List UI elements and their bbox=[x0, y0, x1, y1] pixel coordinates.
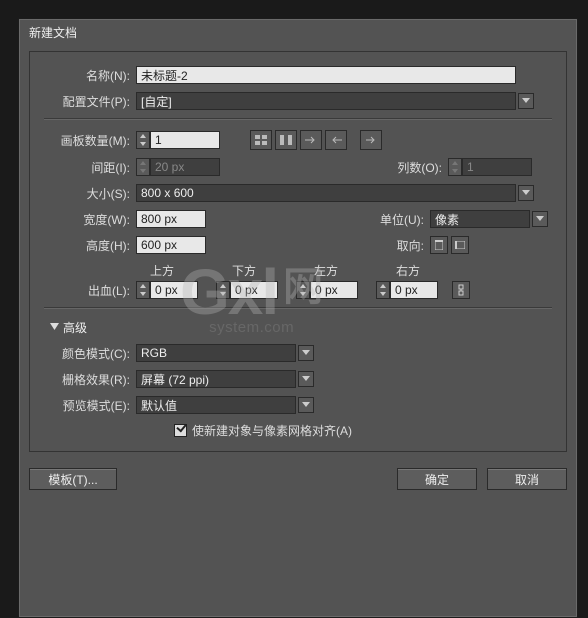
spacing-input bbox=[150, 158, 220, 176]
dialog-footer: 模板(T)... 确定 取消 bbox=[19, 462, 577, 508]
size-label: 大小(S): bbox=[44, 185, 136, 202]
artboard-count-label: 画板数量(M): bbox=[44, 132, 136, 149]
size-value: 800 x 600 bbox=[141, 186, 511, 200]
profile-dropdown-arrow[interactable] bbox=[518, 93, 534, 109]
width-input[interactable] bbox=[136, 210, 206, 228]
arrange-grid-col-icon[interactable] bbox=[275, 130, 297, 150]
height-label: 高度(H): bbox=[44, 237, 136, 254]
size-dropdown-arrow[interactable] bbox=[518, 185, 534, 201]
bleed-bottom-label: 下方 bbox=[232, 262, 294, 279]
bleed-label: 出血(L): bbox=[44, 282, 136, 299]
colormode-select[interactable]: RGB bbox=[136, 344, 296, 362]
orientation-label: 取向: bbox=[388, 237, 430, 254]
bleed-left-label: 左方 bbox=[314, 262, 376, 279]
profile-label: 配置文件(P): bbox=[44, 93, 136, 110]
bleed-left-stepper[interactable] bbox=[296, 281, 310, 299]
colormode-value: RGB bbox=[141, 346, 291, 360]
new-document-dialog: 新建文档 名称(N): 配置文件(P): [自定] 画板数量(M): bbox=[18, 18, 578, 618]
size-select[interactable]: 800 x 600 bbox=[136, 184, 516, 202]
preview-dropdown-arrow[interactable] bbox=[298, 397, 314, 413]
disclosure-triangle-icon bbox=[50, 323, 59, 332]
bleed-top-label: 上方 bbox=[150, 262, 212, 279]
columns-label: 列数(O): bbox=[388, 159, 448, 176]
raster-select[interactable]: 屏幕 (72 ppi) bbox=[136, 370, 296, 388]
spacing-stepper bbox=[136, 158, 150, 176]
bleed-right-label: 右方 bbox=[396, 262, 458, 279]
arrange-row-right-icon[interactable] bbox=[300, 130, 322, 150]
raster-label: 栅格效果(R): bbox=[44, 371, 136, 388]
height-input[interactable] bbox=[136, 236, 206, 254]
profile-select[interactable]: [自定] bbox=[136, 92, 516, 110]
template-button[interactable]: 模板(T)... bbox=[29, 468, 117, 490]
colormode-dropdown-arrow[interactable] bbox=[298, 345, 314, 361]
orientation-portrait-icon[interactable] bbox=[430, 236, 448, 254]
cancel-button[interactable]: 取消 bbox=[487, 468, 567, 490]
ok-button[interactable]: 确定 bbox=[397, 468, 477, 490]
name-label: 名称(N): bbox=[44, 67, 136, 84]
raster-value: 屏幕 (72 ppi) bbox=[141, 371, 291, 388]
bleed-top-input[interactable] bbox=[150, 281, 198, 299]
columns-stepper bbox=[448, 158, 462, 176]
preview-select[interactable]: 默认值 bbox=[136, 396, 296, 414]
width-label: 宽度(W): bbox=[44, 211, 136, 228]
align-pixel-grid-label: 使新建对象与像素网格对齐(A) bbox=[192, 422, 352, 439]
orientation-landscape-icon[interactable] bbox=[451, 236, 469, 254]
bleed-right-stepper[interactable] bbox=[376, 281, 390, 299]
profile-value: [自定] bbox=[141, 93, 511, 110]
bleed-top-stepper[interactable] bbox=[136, 281, 150, 299]
raster-dropdown-arrow[interactable] bbox=[298, 371, 314, 387]
columns-input bbox=[462, 158, 532, 176]
colormode-label: 颜色模式(C): bbox=[44, 345, 136, 362]
dialog-body: 名称(N): 配置文件(P): [自定] 画板数量(M): bbox=[29, 51, 567, 452]
preview-value: 默认值 bbox=[141, 397, 291, 414]
advanced-disclosure[interactable]: 高级 bbox=[50, 319, 552, 336]
units-value: 像素 bbox=[435, 211, 525, 228]
preview-label: 预览模式(E): bbox=[44, 397, 136, 414]
bleed-link-icon[interactable] bbox=[452, 281, 470, 299]
dialog-title: 新建文档 bbox=[19, 19, 577, 49]
units-select[interactable]: 像素 bbox=[430, 210, 530, 228]
advanced-label: 高级 bbox=[63, 319, 87, 336]
bleed-left-input[interactable] bbox=[310, 281, 358, 299]
artboard-count-input[interactable] bbox=[150, 131, 220, 149]
arrange-extra-icon[interactable] bbox=[360, 130, 382, 150]
arrange-row-left-icon[interactable] bbox=[325, 130, 347, 150]
units-dropdown-arrow[interactable] bbox=[532, 211, 548, 227]
name-input[interactable] bbox=[136, 66, 516, 84]
units-label: 单位(U): bbox=[370, 211, 430, 228]
arrange-grid-row-icon[interactable] bbox=[250, 130, 272, 150]
bleed-bottom-input[interactable] bbox=[230, 281, 278, 299]
spacing-label: 间距(I): bbox=[44, 159, 136, 176]
artboard-count-stepper[interactable] bbox=[136, 131, 150, 149]
bleed-right-input[interactable] bbox=[390, 281, 438, 299]
align-pixel-grid-checkbox[interactable] bbox=[174, 424, 187, 437]
bleed-bottom-stepper[interactable] bbox=[216, 281, 230, 299]
